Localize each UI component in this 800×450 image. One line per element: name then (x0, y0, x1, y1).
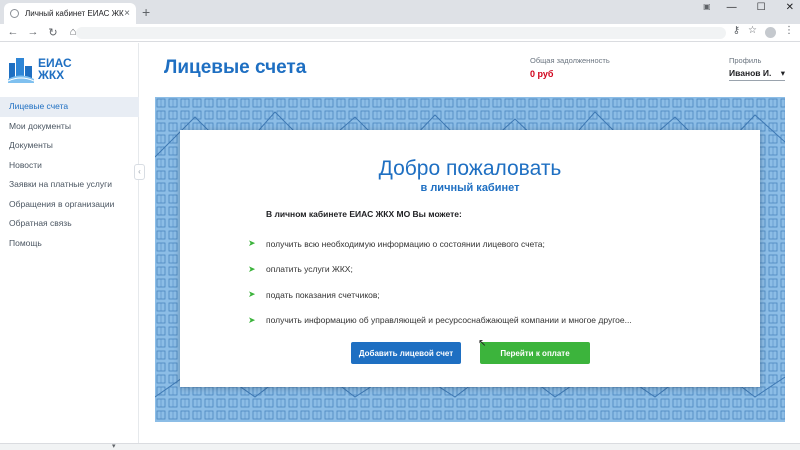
sidebar-item-news[interactable]: Новости (0, 156, 139, 176)
total-debt: Общая задолженность 0 руб (530, 56, 610, 79)
profile-label: Профиль (729, 56, 762, 65)
feature-text: оплатить услуги ЖКХ; (266, 264, 353, 275)
profile-select[interactable]: Иванов И. ▾ (729, 68, 785, 81)
key-icon[interactable]: ⚷ (733, 25, 740, 38)
back-button[interactable]: ← (4, 26, 22, 39)
profile: Профиль Иванов И. ▾ (729, 56, 785, 81)
sidebar-menu: Лицевые счета Мои документы Документы Но… (0, 97, 139, 253)
sidebar-item-my-documents[interactable]: Мои документы (0, 117, 139, 137)
feature-text: подать показания счетчиков; (266, 289, 380, 300)
scroll-down-icon: ▾ (112, 443, 116, 450)
forward-button[interactable]: → (24, 26, 42, 39)
sidebar-item-appeals[interactable]: Обращения в организации (0, 195, 139, 215)
sidebar: ЕИАС ЖКХ Лицевые счета Мои документы Док… (0, 43, 139, 443)
reload-button[interactable]: ↻ (44, 26, 62, 39)
browser-status-bar: ▾ (0, 443, 800, 450)
address-input[interactable] (76, 27, 726, 39)
browser-tab[interactable]: Личный кабинет ЕИАС ЖКХ × (4, 3, 136, 24)
arrow-bullet-icon: ➤ (248, 289, 256, 300)
tab-close-icon[interactable]: × (124, 8, 130, 19)
feature-text: получить всю необходимую информацию о со… (266, 238, 545, 249)
logo[interactable]: ЕИАС ЖКХ (8, 55, 72, 83)
arrow-bullet-icon: ➤ (248, 238, 256, 249)
list-item: ➤ получить информацию об управляющей и р… (248, 308, 632, 334)
browser-tab-bar: Личный кабинет ЕИАС ЖКХ × + ▣ — ☐ ✕ (0, 0, 800, 24)
window-controls: ▣ — ☐ ✕ (703, 2, 794, 13)
minimize-button[interactable]: — (727, 2, 737, 13)
go-to-payment-button[interactable]: Перейти к оплате (480, 342, 590, 364)
debt-value: 0 руб (530, 69, 554, 79)
bookmark-star-icon[interactable]: ☆ (748, 25, 757, 38)
sidebar-item-accounts[interactable]: Лицевые счета (0, 97, 139, 117)
welcome-banner: Добро пожаловать в личный кабинет В личн… (155, 97, 785, 422)
sidebar-item-documents[interactable]: Документы (0, 136, 139, 156)
logo-line2: ЖКХ (38, 68, 65, 82)
profile-name: Иванов И. (729, 68, 772, 78)
sidebar-item-paid-requests[interactable]: Заявки на платные услуги (0, 175, 139, 195)
sidebar-item-help[interactable]: Помощь (0, 234, 139, 254)
welcome-subtitle: в личный кабинет (420, 182, 520, 194)
tab-title: Личный кабинет ЕИАС ЖКХ (25, 9, 125, 18)
browser-profile-avatar[interactable] (765, 27, 776, 38)
list-item: ➤ оплатить услуги ЖКХ; (248, 257, 632, 283)
new-tab-button[interactable]: + (142, 4, 150, 20)
buildings-logo-icon (8, 58, 34, 83)
extension-icon[interactable]: ▣ (703, 2, 711, 13)
window-close-button[interactable]: ✕ (786, 2, 794, 13)
page-title: Лицевые счета (164, 57, 307, 78)
list-item: ➤ получить всю необходимую информацию о … (248, 231, 632, 257)
welcome-card: Добро пожаловать в личный кабинет В личн… (180, 130, 760, 387)
sidebar-item-feedback[interactable]: Обратная связь (0, 214, 139, 234)
maximize-button[interactable]: ☐ (757, 2, 766, 13)
feature-text: получить информацию об управляющей и рес… (266, 315, 632, 326)
add-account-button[interactable]: Добавить лицевой счет (351, 342, 461, 364)
features-list: ➤ получить всю необходимую информацию о … (248, 231, 632, 333)
favicon-icon (10, 9, 19, 18)
features-intro: В личном кабинете ЕИАС ЖКХ МО Вы можете: (266, 209, 462, 219)
welcome-title: Добро пожаловать (378, 157, 562, 180)
chevron-down-icon: ▾ (780, 68, 785, 78)
debt-label: Общая задолженность (530, 56, 610, 65)
mouse-cursor-icon: ↖ (478, 338, 487, 349)
browser-toolbar: ← → ↻ ⌂ ⚷ ☆ ⋮ (0, 24, 800, 42)
arrow-bullet-icon: ➤ (248, 263, 256, 274)
sidebar-collapse-button[interactable]: ‹ (134, 164, 145, 180)
arrow-bullet-icon: ➤ (248, 314, 256, 325)
list-item: ➤ подать показания счетчиков; (248, 282, 632, 308)
browser-menu-icon[interactable]: ⋮ (784, 25, 794, 38)
